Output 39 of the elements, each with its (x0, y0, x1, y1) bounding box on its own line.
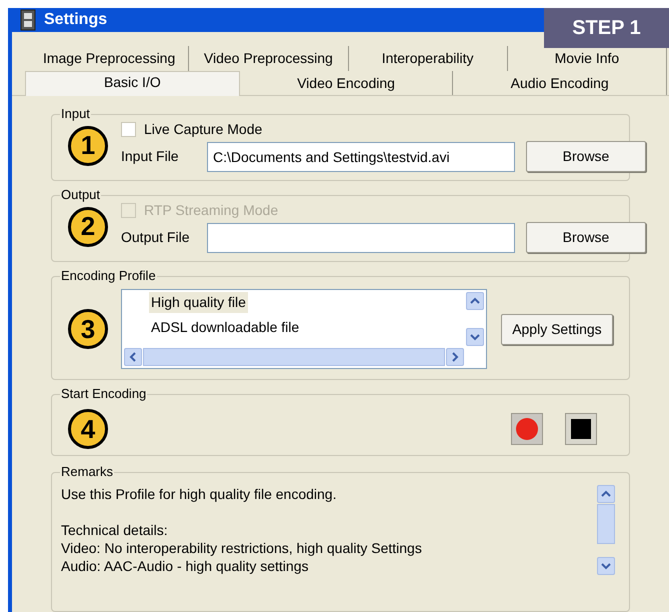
record-button[interactable] (511, 413, 543, 445)
file-path-field[interactable] (207, 222, 515, 252)
group-title: Input (60, 106, 91, 122)
remarks-line: Video: No interoperability restrictions, high quality Settings (61, 539, 423, 557)
remarks-line: Technical details: (61, 521, 169, 539)
checkbox-label: Live Capture Mode (144, 120, 262, 139)
scroll-right-icon[interactable] (446, 348, 464, 366)
profile-list[interactable]: High quality file ADSL downloadable file (121, 289, 487, 369)
step-number: 4 (68, 409, 108, 449)
scroll-down-icon[interactable] (466, 328, 484, 346)
checkbox-label: RTP Streaming Mode (144, 200, 278, 220)
browse-button[interactable]: Browse (526, 222, 646, 253)
scroll-down-icon[interactable] (597, 557, 615, 575)
remarks-line: Audio: AAC-Audio - high quality settings (61, 557, 310, 575)
list-item[interactable]: ADSL downloadable file (149, 317, 302, 338)
group-title: Output (60, 187, 102, 203)
field-label: Output File (121, 228, 190, 247)
group-title: Encoding Profile (60, 268, 157, 284)
remarks-line: Use this Profile for high quality file encoding. (61, 485, 338, 503)
step-number: 2 (68, 206, 108, 246)
file-path-field[interactable]: C:\Documents and Settings\testvid.avi (207, 142, 515, 172)
step-badge: STEP 1 (544, 8, 669, 48)
tab[interactable]: Basic I/O (25, 71, 240, 96)
scroll-left-icon[interactable] (124, 348, 142, 366)
step-number: 1 (68, 126, 108, 166)
film-icon (18, 9, 38, 31)
list-item[interactable]: High quality file (149, 292, 248, 313)
step-number: 3 (68, 309, 108, 349)
scroll-up-icon[interactable] (466, 292, 484, 310)
scroll-up-icon[interactable] (597, 485, 615, 503)
stop-button[interactable] (565, 413, 597, 445)
browse-button[interactable]: Apply Settings (500, 314, 613, 344)
browse-button[interactable]: Browse (526, 141, 646, 172)
field-label: Input File (121, 147, 180, 166)
scrollbar-thumb[interactable] (143, 348, 445, 366)
group-title: Start Encoding (60, 386, 148, 402)
checkbox[interactable] (121, 122, 136, 136)
window-title: Settings (44, 10, 108, 30)
scrollbar-thumb[interactable] (597, 504, 615, 544)
